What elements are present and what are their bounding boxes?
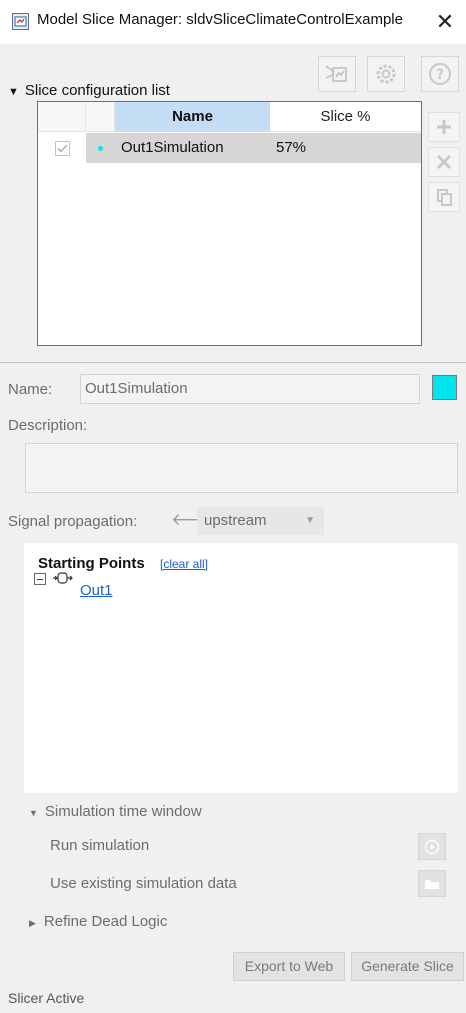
chevron-down-icon: ▼ <box>305 515 315 526</box>
generate-slice-button[interactable]: Generate Slice <box>351 952 464 981</box>
signal-propagation-label: Signal propagation: <box>8 513 138 530</box>
play-icon <box>424 839 440 854</box>
clear-all-link[interactable]: [clear all] <box>160 557 208 571</box>
help-icon[interactable]: ? <box>421 56 459 92</box>
header-color-column <box>86 102 115 132</box>
add-icon[interactable] <box>428 112 460 142</box>
propagation-value: upstream <box>204 512 267 529</box>
collapse-arrow-icon: ▼ <box>8 86 19 98</box>
column-header-name[interactable]: Name <box>115 102 270 132</box>
propagation-dropdown[interactable]: upstream ▼ <box>197 507 324 535</box>
starting-points-panel: Starting Points [clear all] Out1 <box>24 543 458 793</box>
column-header-slice-pct[interactable]: Slice % <box>270 102 421 132</box>
description-field[interactable] <box>25 443 458 493</box>
export-to-web-button[interactable]: Export to Web <box>233 952 345 981</box>
title-bar: Model Slice Manager: sldvSliceClimateCon… <box>0 0 466 44</box>
slice-model-icon[interactable] <box>318 56 356 92</box>
svg-text:?: ? <box>436 67 444 83</box>
name-field[interactable]: Out1Simulation <box>80 374 420 404</box>
slice-config-toggle[interactable]: ▼ Slice configuration list <box>8 82 170 99</box>
load-simulation-data-button[interactable] <box>418 870 446 897</box>
row-name[interactable]: Out1Simulation <box>115 133 270 163</box>
row-checkbox[interactable] <box>38 133 86 163</box>
section-divider <box>0 362 466 363</box>
settings-icon[interactable] <box>367 56 405 92</box>
slice-config-table: Name Slice % Out1Simulation 57% <box>37 101 422 346</box>
simulation-window-toggle[interactable]: ▼ Simulation time window <box>29 803 202 820</box>
use-existing-data-label: Use existing simulation data <box>50 875 237 892</box>
color-dot-icon <box>98 145 103 151</box>
run-simulation-button[interactable] <box>418 833 446 860</box>
row-slice-pct[interactable]: 57% <box>270 133 421 163</box>
copy-icon[interactable] <box>428 182 460 212</box>
starting-point-link[interactable]: Out1 <box>80 582 113 599</box>
refine-dead-logic-label: Refine Dead Logic <box>43 913 168 930</box>
color-swatch[interactable] <box>432 375 457 400</box>
window-title: Model Slice Manager: sldvSliceClimateCon… <box>37 11 403 28</box>
header-checkbox-column <box>38 102 86 132</box>
starting-points-heading: Starting Points <box>38 555 145 572</box>
status-text: Slicer Active <box>8 990 85 1006</box>
row-color-cell[interactable] <box>86 133 115 163</box>
outport-block-icon <box>53 572 73 584</box>
name-label: Name: <box>8 381 53 398</box>
close-icon[interactable]: ✕ <box>430 7 460 37</box>
description-label: Description: <box>8 417 88 434</box>
expand-arrow-icon: ▶ <box>29 918 36 928</box>
refine-dead-logic-toggle[interactable]: ▶ Refine Dead Logic <box>29 913 167 930</box>
app-icon <box>12 13 29 30</box>
status-bar: Slicer Active <box>0 985 466 1013</box>
collapse-arrow-icon: ▼ <box>29 808 38 818</box>
simulation-window-label: Simulation time window <box>44 803 202 820</box>
run-simulation-label: Run simulation <box>50 837 150 854</box>
delete-icon[interactable] <box>428 147 460 177</box>
slice-config-label: Slice configuration list <box>24 82 170 99</box>
folder-icon <box>425 879 439 889</box>
collapse-box-icon[interactable] <box>34 573 46 585</box>
